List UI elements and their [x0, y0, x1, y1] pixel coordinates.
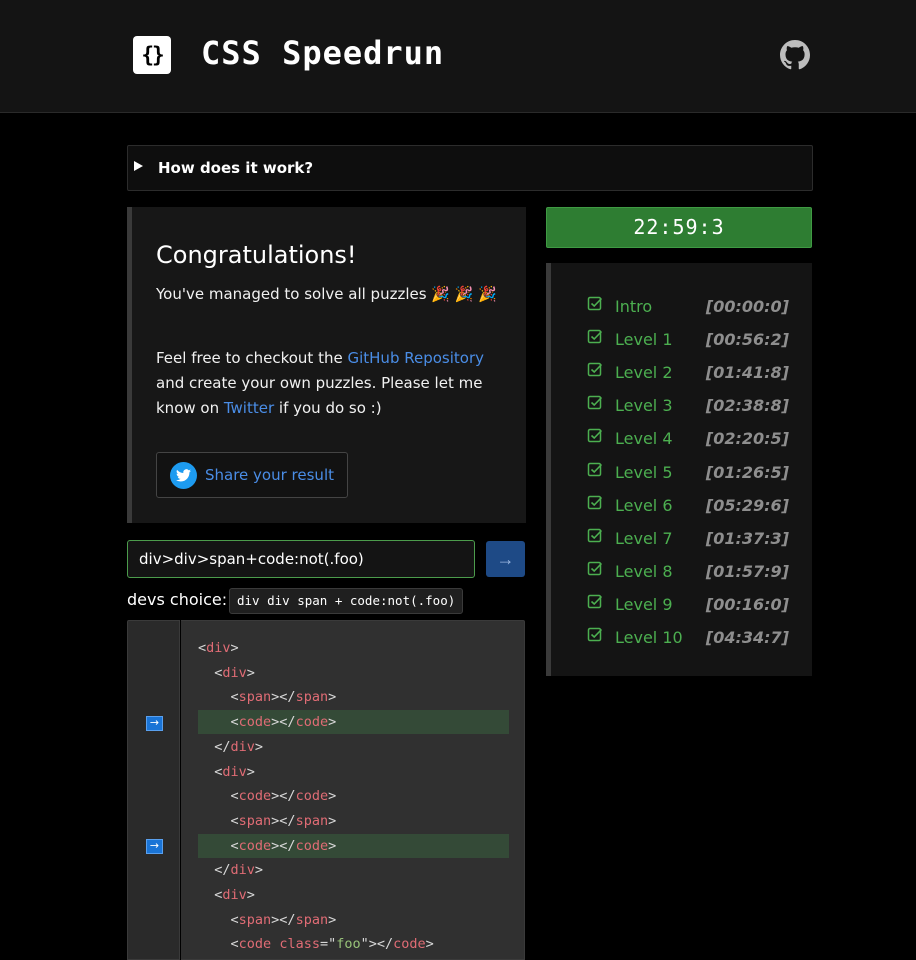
level-item: Level 7 [01:37:3] [551, 528, 812, 561]
level-time: [02:20:5] [705, 429, 789, 449]
level-time: [05:29:6] [705, 495, 789, 515]
level-name: Level 4 [615, 429, 673, 449]
code-line: </div> [214, 738, 264, 755]
how-it-works-summary: How does it work? [158, 159, 314, 177]
code-line: <code class="foo"></code> [230, 936, 434, 953]
level-time: [04:34:7] [705, 628, 789, 647]
twitter-icon [170, 462, 197, 489]
app-title: CSS Speedrun [201, 34, 445, 72]
checkbox-checked-icon [587, 528, 603, 542]
checkbox-checked-icon [587, 429, 603, 443]
devs-choice-label: devs choice: [127, 590, 228, 609]
level-item: Level 9 [00:16:0] [551, 594, 812, 627]
speedrun-timer: 22:59:3 [546, 207, 812, 248]
code-line: <span></span> [230, 689, 337, 706]
logo-icon: {} [133, 36, 171, 74]
level-item: Level 1 [00:56:2] [551, 329, 812, 362]
how-it-works-toggle[interactable]: How does it work? [127, 145, 813, 191]
devs-choice-code: div div span + code:not(.foo) [229, 588, 464, 614]
twitter-link[interactable]: Twitter [224, 399, 274, 417]
congrats-title: Congratulations! [156, 241, 357, 269]
disclosure-triangle-icon [134, 161, 143, 171]
code-line: </div> [214, 862, 264, 879]
level-item: Level 5 [01:26:5] [551, 462, 812, 495]
level-time: [00:00:0] [705, 297, 789, 316]
checkbox-checked-icon [587, 627, 603, 642]
level-time: [01:57:9] [705, 561, 789, 581]
checkbox-checked-icon [587, 594, 603, 609]
level-list: Intro [00:00:0] Level 1 [00:56:2] Level 2 [01… [546, 263, 812, 676]
solved-message: You've managed to solve all puzzles 🎉 🎉 … [156, 285, 497, 303]
level-item: Level 3 [02:38:8] [551, 395, 812, 428]
repo-message: Feel free to checkout the GitHub Reposit… [156, 349, 484, 417]
code-line: <div> [214, 887, 255, 903]
checkbox-checked-icon [587, 362, 603, 377]
level-item: Level 8 [01:57:9] [551, 561, 812, 594]
level-item: Level 2 [01:41:8] [551, 362, 812, 395]
checkbox-checked-icon [587, 329, 603, 344]
level-item: Level 6 [05:29:6] [551, 495, 812, 528]
level-name: Level 7 [615, 528, 673, 548]
level-time: [01:41:8] [705, 363, 789, 383]
app-header: {} CSS Speedrun [0, 0, 916, 113]
match-arrow-icon: → [146, 839, 163, 854]
level-item: Intro [00:00:0] [551, 296, 812, 329]
checkbox-checked-icon [587, 296, 603, 311]
match-arrow-icon: → [146, 716, 163, 731]
code-line: <span></span> [230, 911, 337, 928]
submit-button[interactable]: → [486, 541, 525, 577]
level-time: [01:26:5] [705, 462, 789, 482]
level-name: Level 8 [615, 561, 673, 581]
level-time: [00:16:0] [705, 594, 789, 614]
congrats-panel: Congratulations! You've managed to solve… [127, 207, 526, 523]
share-result-button[interactable]: Share your result [156, 452, 348, 498]
code-gutter [127, 620, 180, 960]
level-name: Level 6 [615, 495, 673, 515]
level-time: [01:37:3] [705, 528, 789, 548]
level-item: Level 10 [04:34:7] [551, 627, 812, 660]
level-name: Level 2 [615, 363, 673, 383]
selector-input[interactable] [127, 540, 475, 578]
level-time: [00:56:2] [705, 330, 789, 350]
code-line: <div> [214, 763, 255, 780]
level-name: Level 3 [615, 396, 673, 416]
code-line-matched: <code></code> [198, 710, 509, 735]
checkbox-checked-icon [587, 561, 603, 576]
level-name: Level 5 [615, 462, 673, 482]
code-line: <div> [198, 640, 239, 656]
checkbox-checked-icon [587, 396, 603, 410]
level-name: Intro [615, 297, 653, 316]
level-name: Level 10 [615, 628, 683, 647]
level-time: [02:38:8] [705, 396, 789, 416]
checkbox-checked-icon [587, 462, 603, 476]
level-item: Level 4 [02:20:5] [551, 428, 812, 461]
code-line: <span></span> [230, 812, 337, 829]
code-line: <div> [214, 664, 255, 681]
share-result-label: Share your result [205, 466, 334, 484]
code-line: <code></code> [230, 788, 337, 805]
code-line-matched: <code></code> [198, 833, 509, 858]
checkbox-checked-icon [587, 495, 603, 509]
level-name: Level 9 [615, 594, 673, 614]
level-name: Level 1 [615, 330, 673, 350]
github-repo-link[interactable]: GitHub Repository [347, 349, 484, 367]
github-icon[interactable] [780, 40, 810, 70]
